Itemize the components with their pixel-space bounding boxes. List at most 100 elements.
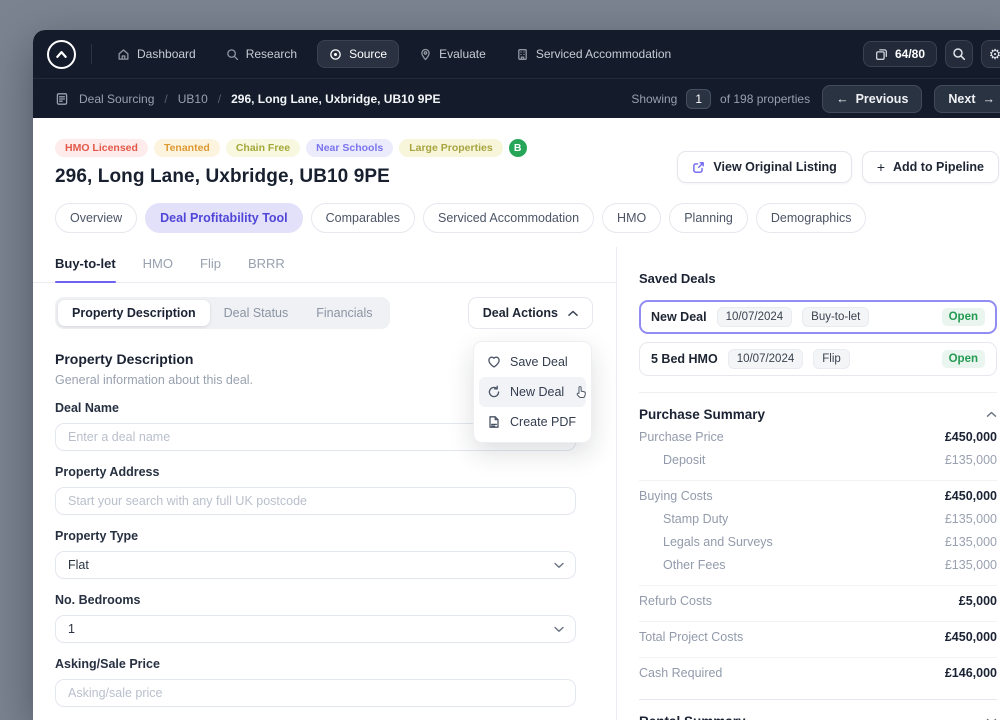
app-window: Dashboard Research Source Evaluate Servi…	[33, 30, 1000, 720]
summary-row: Legals and Surveys £135,000	[639, 535, 997, 550]
credits-badge[interactable]: 64/80	[862, 41, 937, 67]
page-title: 296, Long Lane, Uxbridge, UB10 9PE	[55, 166, 390, 187]
row-label: Total Project Costs	[639, 630, 744, 644]
target-icon	[329, 48, 342, 61]
tab-hmo[interactable]: HMO	[602, 203, 662, 233]
bedrooms-select[interactable]: 1	[55, 615, 576, 643]
logo-chevron-icon	[55, 48, 68, 61]
status-badge: Open	[941, 350, 985, 368]
deal-date-badge: 10/07/2024	[716, 307, 793, 327]
previous-button[interactable]: ← Previous	[822, 84, 923, 113]
row-value: £135,000	[944, 558, 997, 572]
asking-price-input[interactable]	[55, 679, 576, 707]
nav-item-serviced-accommodation[interactable]: Serviced Accommodation	[506, 40, 681, 68]
row-value: £135,000	[944, 535, 997, 549]
segment-deal-status[interactable]: Deal Status	[210, 300, 303, 326]
tab-serviced-accommodation[interactable]: Serviced Accommodation	[423, 203, 595, 233]
segment-financials[interactable]: Financials	[302, 300, 386, 326]
summary-panel: Saved Deals New Deal 10/07/2024 Buy-to-l…	[617, 247, 1000, 720]
saved-deal-card[interactable]: 5 Bed HMO 10/07/2024 Flip Open	[639, 342, 997, 376]
pin-icon	[419, 48, 432, 61]
property-type-select[interactable]: Flat	[55, 551, 576, 579]
saved-deals-title: Saved Deals	[639, 271, 716, 286]
group-divider	[639, 480, 997, 481]
tag-near-schools: Near Schools	[306, 139, 394, 157]
strategy-tab-hmo[interactable]: HMO	[143, 256, 173, 282]
menu-label: Create PDF	[510, 415, 576, 429]
chevron-down-icon	[554, 626, 564, 633]
deal-actions-menu: Save Deal New Deal Create PDF	[473, 341, 592, 443]
breadcrumb-separator: /	[164, 91, 168, 106]
strategy-tabs: Buy-to-let HMO Flip BRRR	[33, 247, 616, 283]
deal-tool-inner: Property Description Deal Status Financi…	[33, 283, 616, 720]
tag-chain-free: Chain Free	[225, 139, 301, 157]
menu-item-new-deal[interactable]: New Deal	[479, 377, 586, 407]
field-bedrooms: No. Bedrooms 1	[55, 593, 576, 643]
nav-item-evaluate[interactable]: Evaluate	[409, 40, 496, 68]
group-divider	[639, 657, 997, 658]
summary-row: Cash Required £146,000	[639, 666, 997, 681]
search-button[interactable]	[945, 40, 973, 68]
page-tabs: Overview Deal Profitability Tool Compara…	[33, 188, 1000, 233]
credits-count: 64/80	[894, 47, 925, 61]
research-icon	[226, 48, 239, 61]
nav-item-research[interactable]: Research	[216, 40, 307, 68]
rental-summary-header[interactable]: Rental Summary	[639, 714, 997, 720]
row-label: Cash Required	[639, 666, 723, 680]
menu-item-save-deal[interactable]: Save Deal	[479, 347, 586, 377]
previous-label: Previous	[855, 91, 909, 106]
top-navbar: Dashboard Research Source Evaluate Servi…	[33, 30, 1000, 78]
row-label: Legals and Surveys	[663, 535, 773, 549]
deal-actions-button[interactable]: Deal Actions	[467, 297, 593, 329]
tab-planning[interactable]: Planning	[669, 203, 748, 233]
row-label: Stamp Duty	[663, 512, 729, 526]
chevron-up-icon[interactable]	[986, 411, 997, 418]
next-button[interactable]: Next →	[934, 84, 1000, 113]
field-property-type: Property Type Flat	[55, 529, 576, 579]
main-split: Buy-to-let HMO Flip BRRR Property Descri…	[33, 247, 1000, 720]
deal-tool-panel: Buy-to-let HMO Flip BRRR Property Descri…	[33, 247, 617, 720]
strategy-tab-flip[interactable]: Flip	[200, 256, 221, 282]
row-label: Other Fees	[663, 558, 726, 572]
tab-demographics[interactable]: Demographics	[755, 203, 867, 233]
strategy-tab-buy-to-let[interactable]: Buy-to-let	[55, 256, 116, 283]
settings-button[interactable]: ⚙	[981, 40, 1000, 68]
add-to-pipeline-button[interactable]: + Add to Pipeline	[861, 151, 999, 183]
tab-overview[interactable]: Overview	[55, 203, 138, 233]
section-divider	[639, 392, 997, 393]
breadcrumb-area[interactable]: UB10	[178, 92, 208, 106]
search-icon	[952, 47, 966, 61]
asking-price-label: Asking/Sale Price	[55, 657, 160, 671]
deal-name: 5 Bed HMO	[651, 352, 718, 366]
segment-property-description[interactable]: Property Description	[58, 300, 210, 326]
document-icon	[55, 92, 69, 106]
nav-item-source[interactable]: Source	[317, 40, 400, 68]
menu-item-create-pdf[interactable]: Create PDF	[479, 407, 586, 437]
breadcrumb-separator: /	[217, 91, 222, 106]
nav-item-dashboard[interactable]: Dashboard	[107, 40, 206, 68]
arrow-right-icon: →	[982, 91, 996, 106]
tab-deal-profitability-tool[interactable]: Deal Profitability Tool	[145, 203, 303, 233]
view-original-listing-button[interactable]: View Original Listing	[677, 151, 852, 183]
strategy-tab-brrr[interactable]: BRRR	[248, 256, 285, 282]
property-type-value: Flat	[68, 558, 89, 572]
property-address-input[interactable]	[55, 487, 576, 515]
saved-deal-card[interactable]: New Deal 10/07/2024 Buy-to-let Open	[639, 300, 997, 334]
app-logo[interactable]	[47, 39, 76, 69]
breadcrumb-current: 296, Long Lane, Uxbridge, UB10 9PE	[231, 91, 441, 106]
main-nav: Dashboard Research Source Evaluate Servi…	[107, 40, 681, 68]
purchase-summary-title: Purchase Summary	[639, 407, 766, 422]
deal-strategy-badge: Flip	[813, 349, 850, 369]
showing-label: Showing	[631, 91, 678, 106]
row-value: £450,000	[944, 430, 997, 444]
row-value: £5,000	[958, 594, 997, 608]
purchase-summary-header[interactable]: Purchase Summary	[639, 407, 997, 422]
pagination: Showing 1 of 198 properties ← Previous N…	[631, 84, 1000, 113]
rental-summary-title: Rental Summary	[639, 714, 746, 720]
summary-row: Total Project Costs £450,000	[639, 630, 997, 645]
breadcrumb-deal-sourcing[interactable]: Deal Sourcing	[79, 92, 154, 106]
heart-icon	[487, 355, 501, 369]
tab-comparables[interactable]: Comparables	[310, 203, 415, 233]
nav-label: Source	[349, 47, 388, 61]
credits-icon	[875, 48, 888, 61]
